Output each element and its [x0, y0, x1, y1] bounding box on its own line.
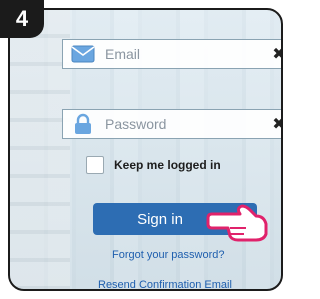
email-placeholder: Email — [105, 46, 141, 62]
background-building — [10, 10, 70, 289]
login-panel: Email ✖ Password ✖ Keep me logged in Sig… — [8, 8, 283, 291]
keep-logged-in-checkbox[interactable] — [86, 156, 104, 174]
step-number: 4 — [15, 6, 29, 31]
lock-icon — [69, 110, 97, 138]
resend-confirmation-link[interactable]: Resend Confirmation Email — [98, 279, 232, 289]
email-field[interactable]: Email ✖ — [62, 39, 281, 69]
forgot-password-link[interactable]: Forgot your password? — [112, 249, 225, 261]
envelope-icon — [69, 40, 97, 68]
keep-logged-in[interactable]: Keep me logged in — [86, 156, 221, 174]
pointing-hand-icon — [206, 204, 268, 242]
password-field[interactable]: Password ✖ — [62, 109, 281, 139]
step-number-badge: 4 — [0, 0, 44, 38]
clear-password-icon[interactable]: ✖ — [267, 114, 281, 134]
password-placeholder: Password — [105, 116, 167, 132]
clear-email-icon[interactable]: ✖ — [267, 44, 281, 64]
sign-in-label: Sign in — [137, 210, 183, 228]
keep-logged-in-label: Keep me logged in — [114, 158, 221, 172]
